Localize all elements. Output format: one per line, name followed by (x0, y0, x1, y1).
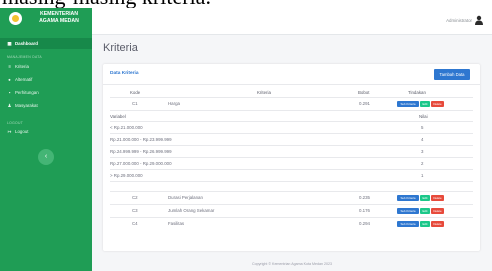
row-actions: Sub Kriteria Edit Delete (397, 101, 444, 107)
add-data-button[interactable]: Tambah Data (434, 69, 470, 80)
sidebar-item-alternatif[interactable]: ● Alternatif (7, 77, 32, 82)
header-divider (110, 97, 473, 98)
cell-kriteria: Jumlah Orang Sekamar (168, 208, 215, 213)
edit-button[interactable]: Edit (420, 208, 430, 214)
row-divider (110, 191, 473, 192)
brand-text: KEMENTERIAN AGAMA MEDAN (27, 11, 91, 25)
chevron-left-icon: ‹ (44, 153, 48, 160)
app-window: KEMENTERIAN AGAMA MEDAN ▦ Dashboard MANAJ… (0, 0, 492, 271)
sidebar-item-label: Logout (15, 129, 29, 134)
brand-line-2: AGAMA MEDAN (39, 18, 79, 24)
main-content: Kriteria Data Kriteria Tambah Data Kode … (92, 35, 492, 271)
row-actions: Sub Kriteria Edit Delete (397, 221, 444, 227)
cell-kode: C3 (132, 208, 138, 213)
cell-kriteria: Fasilitas (168, 221, 185, 226)
sub-header-nilai: Nilai (419, 114, 428, 119)
cell-kriteria: Durasi Perjalanan (168, 195, 203, 200)
cell-bobot: 0.235 (359, 195, 370, 200)
column-header-kode: Kode (130, 90, 141, 95)
row-divider (110, 181, 473, 182)
sidebar-brand[interactable]: KEMENTERIAN AGAMA MEDAN (0, 8, 92, 34)
sub-row-nilai: 1 (421, 173, 424, 178)
sidebar-item-perhitungan[interactable]: ▪ Perhitungan (7, 90, 39, 95)
cell-kode: C1 (132, 101, 138, 106)
sub-row-variabel: < Rp.21.000.000 (110, 125, 143, 130)
sidebar-toggle-button[interactable]: ‹ (38, 149, 54, 165)
sub-kriteria-button[interactable]: Sub Kriteria (397, 221, 419, 227)
dashboard-icon: ▦ (7, 41, 12, 46)
sub-row-nilai: 5 (421, 125, 424, 130)
row-divider (110, 217, 473, 218)
sidebar-item-masyarakat[interactable]: ♟ Masyarakat (7, 103, 38, 109)
sidebar-item-label: Alternatif (15, 77, 33, 82)
sub-kriteria-button[interactable]: Sub Kriteria (397, 101, 419, 107)
row-divider (110, 121, 473, 122)
cell-bobot: 0.176 (359, 208, 370, 213)
row-divider (110, 169, 473, 170)
delete-button[interactable]: Delete (431, 195, 444, 201)
users-icon: ● (8, 77, 11, 82)
sub-kriteria-button[interactable]: Sub Kriteria (397, 208, 419, 214)
sub-row-variabel: Rp.21.000.000 - Rp.23.999.999 (110, 137, 172, 142)
edit-button[interactable]: Edit (420, 195, 430, 201)
sub-row-nilai: 4 (421, 137, 424, 142)
sidebar-item-dashboard[interactable]: ▦ Dashboard (0, 38, 92, 49)
sidebar-item-label: Masyarakat (15, 103, 38, 108)
user-icon: ♟ (7, 103, 12, 108)
row-divider (110, 157, 473, 158)
sidebar-item-logout[interactable]: ↦ Logout (7, 129, 29, 135)
sidebar-section-heading: MANAJEMEN DATA (7, 55, 42, 59)
column-header-bobot: Bobot (358, 90, 370, 95)
sub-row-nilai: 3 (421, 149, 424, 154)
delete-button[interactable]: Delete (431, 221, 444, 227)
sidebar-item-dashboard-label: ▦ Dashboard (7, 41, 38, 47)
row-divider (110, 133, 473, 134)
list-icon: ≡ (8, 64, 11, 69)
sidebar-item-kriteria[interactable]: ≡ Kriteria (7, 64, 29, 69)
sub-row-nilai: 2 (421, 161, 424, 166)
kriteria-card: Data Kriteria Tambah Data Kode Kriteria … (103, 64, 480, 251)
logout-icon: ↦ (7, 129, 12, 134)
delete-button[interactable]: Delete (431, 101, 444, 107)
row-divider (110, 204, 473, 205)
footer-copyright: Copyright © Kementrian Agama Kota Medan … (252, 262, 332, 266)
row-divider (110, 145, 473, 146)
sidebar-item-label: Perhitungan (15, 90, 39, 95)
card-title: Data Kriteria (110, 71, 139, 76)
brand-line-1: KEMENTERIAN (39, 11, 79, 17)
row-actions: Sub Kriteria Edit Delete (397, 208, 444, 214)
row-divider (110, 110, 473, 111)
cell-kode: C4 (132, 221, 138, 226)
sub-header-variabel: Variabel (110, 114, 126, 119)
admin-name[interactable]: Administrator (446, 18, 472, 23)
column-header-tindakan: Tindakan (408, 90, 426, 95)
sub-row-variabel: Rp.24.999.999 - Rp.26.999.999 (110, 149, 172, 154)
document-caption: masing-masing kriteria. (0, 0, 492, 8)
sub-kriteria-button[interactable]: Sub Kriteria (397, 195, 419, 201)
dashboard-label: Dashboard (15, 41, 38, 46)
cell-kode: C2 (132, 195, 138, 200)
cell-bobot: 0.291 (359, 101, 370, 106)
sidebar-item-label: Kriteria (15, 64, 29, 69)
cell-kriteria: Harga (168, 101, 180, 106)
calculator-icon: ▪ (8, 90, 11, 95)
card-header: Data Kriteria Tambah Data (103, 64, 480, 85)
sub-row-variabel: Rp.27.000.000 - Rp.29.000.000 (110, 161, 172, 166)
edit-button[interactable]: Edit (420, 221, 430, 227)
delete-button[interactable]: Delete (431, 208, 444, 214)
sidebar: KEMENTERIAN AGAMA MEDAN ▦ Dashboard MANAJ… (0, 0, 92, 271)
page-title: Kriteria (103, 42, 138, 54)
sub-row-variabel: > Rp.29.000.000 (110, 173, 143, 178)
edit-button[interactable]: Edit (420, 101, 430, 107)
column-header-kriteria: Kriteria (257, 90, 271, 95)
sidebar-section-heading: LOGOUT (7, 121, 24, 125)
cell-bobot: 0.294 (359, 221, 370, 226)
row-actions: Sub Kriteria Edit Delete (397, 195, 444, 201)
user-icon[interactable] (474, 15, 484, 25)
ministry-logo-icon (9, 12, 22, 25)
